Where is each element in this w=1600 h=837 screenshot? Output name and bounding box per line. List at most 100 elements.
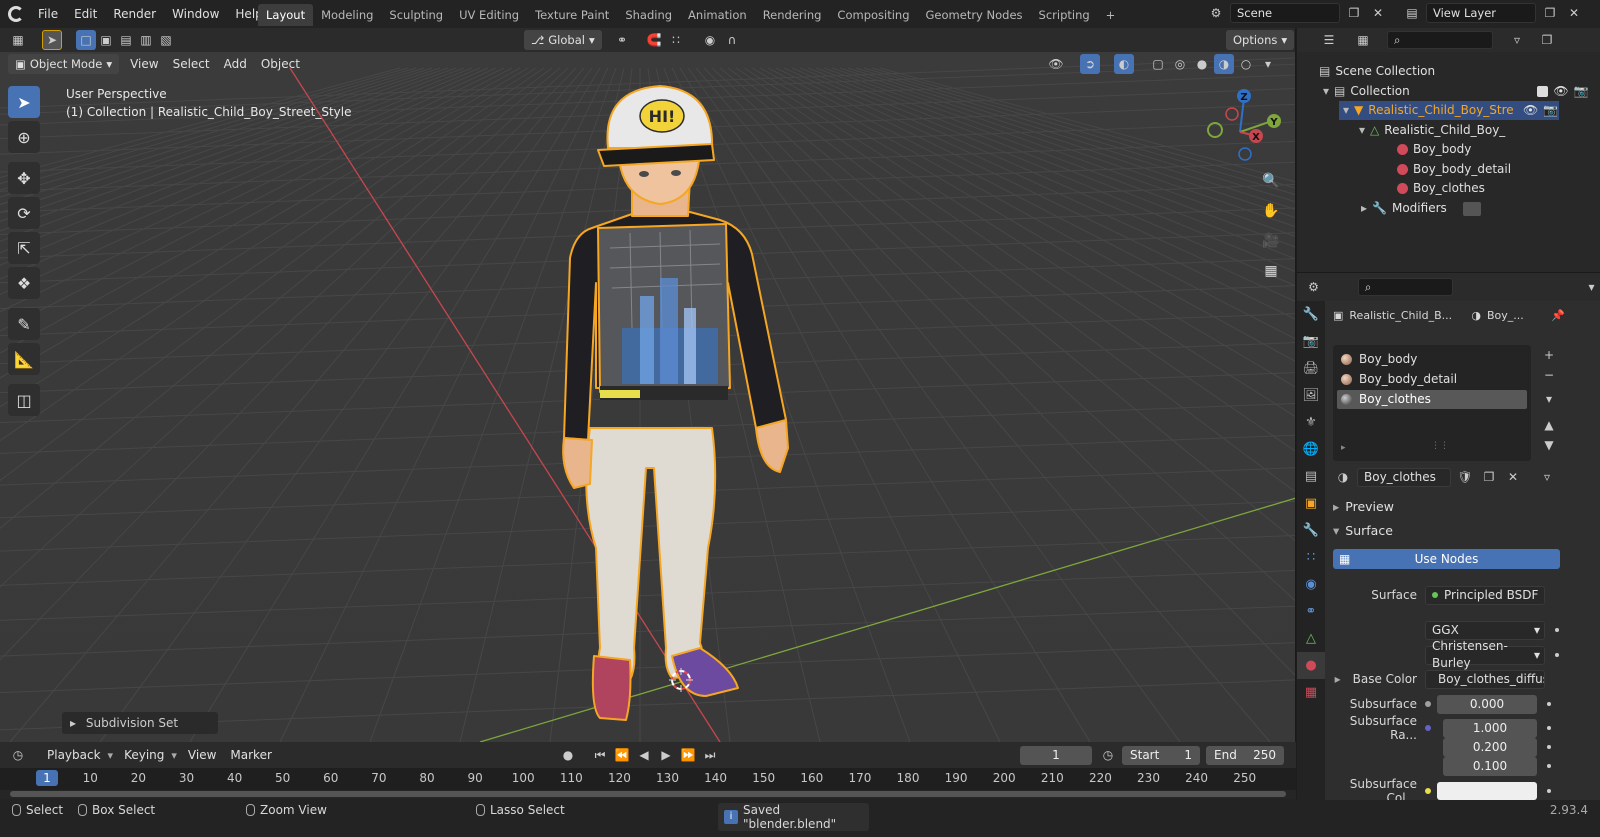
keyframe-dot-icon[interactable] — [1547, 726, 1551, 730]
viewport-menu-add[interactable]: Add — [217, 54, 254, 74]
end-frame-field[interactable]: End 250 — [1206, 746, 1284, 765]
tab-uv-editing[interactable]: UV Editing — [451, 4, 527, 26]
viewport-menu-object[interactable]: Object — [254, 54, 307, 74]
data-tab-icon[interactable]: △ — [1297, 625, 1325, 652]
constraints-tab-icon[interactable]: ⚭ — [1297, 598, 1325, 625]
timeline-menu-playback[interactable]: Playback — [40, 745, 108, 765]
annotate-tool-icon[interactable]: ✎ — [8, 308, 40, 340]
scene-tab-icon[interactable]: ⚜ — [1297, 409, 1325, 436]
tab-texture-paint[interactable]: Texture Paint — [527, 4, 617, 26]
output-tab-icon[interactable]: 🖨 — [1297, 355, 1325, 382]
blender-logo-icon[interactable] — [8, 6, 24, 22]
remove-slot-icon[interactable]: − — [1539, 365, 1559, 385]
material-tab-icon[interactable]: ● — [1297, 652, 1325, 679]
world-tab-icon[interactable]: 🌐 — [1297, 436, 1325, 463]
jump-keyframe-forward-icon[interactable]: ⏩ — [678, 745, 698, 765]
outliner-modifiers-row[interactable]: ▸ 🔧 Modifiers — [1361, 199, 1481, 218]
subsurface-method-dropdown[interactable]: Christensen-Burley ▾ — [1425, 639, 1545, 670]
material-slot-boy-body[interactable]: Boy_body — [1337, 350, 1527, 369]
material-slots-list[interactable]: Boy_body Boy_body_detail Boy_clothes ▸ ⋮… — [1333, 345, 1531, 461]
timeline-menu-view[interactable]: View — [181, 745, 223, 765]
tab-rendering[interactable]: Rendering — [755, 4, 830, 26]
resize-handle-icon[interactable]: ⋮⋮ — [1431, 441, 1449, 451]
menu-render[interactable]: Render — [105, 7, 164, 21]
add-workspace-icon[interactable]: + — [1098, 4, 1124, 26]
tool-tab-icon[interactable]: 🔧 — [1297, 301, 1325, 328]
shading-wireframe-icon[interactable]: ◎ — [1170, 54, 1190, 74]
tab-scripting[interactable]: Scripting — [1031, 4, 1098, 26]
material-slot-boy-clothes[interactable]: Boy_clothes — [1337, 390, 1527, 409]
select-mode-invert-icon[interactable]: ▥ — [136, 30, 156, 50]
viewport-menu-select[interactable]: Select — [166, 54, 217, 74]
timeline-menu-marker[interactable]: Marker — [223, 745, 278, 765]
use-nodes-button[interactable]: ▦ Use Nodes — [1333, 549, 1560, 569]
physics-tab-icon[interactable]: ◉ — [1297, 571, 1325, 598]
select-mode-subtract-icon[interactable]: ▤ — [116, 30, 136, 50]
timeline-editor-type-icon[interactable]: ◷ — [8, 745, 28, 765]
timeline-ruler[interactable]: 10 20 30 40 50 60 70 80 90 100 110 120 130 140 150 160 1… — [0, 768, 1296, 790]
chevron-right-icon[interactable]: ▸ — [1341, 443, 1346, 453]
preview-range-icon[interactable]: ◷ — [1098, 745, 1118, 765]
subsurface-radius-x-field[interactable]: 1.000 — [1443, 718, 1537, 738]
keyframe-dot-icon[interactable] — [1547, 745, 1551, 749]
pivot-point-icon[interactable]: ⚭ — [612, 30, 632, 50]
mode-dropdown[interactable]: ▣ Object Mode ▾ — [8, 54, 120, 74]
outliner-collection[interactable]: ▾ ▤ Collection 👁 📷 — [1319, 82, 1589, 101]
outliner-material-boy-clothes[interactable]: Boy_clothes — [1397, 179, 1485, 198]
particles-tab-icon[interactable]: ∷ — [1297, 544, 1325, 571]
add-slot-icon[interactable]: + — [1539, 345, 1559, 365]
play-icon[interactable]: ▶ — [656, 745, 676, 765]
view-layer-field[interactable]: View Layer — [1426, 3, 1536, 23]
menu-edit[interactable]: Edit — [66, 7, 105, 21]
keyframe-dot-icon[interactable] — [1555, 628, 1559, 632]
distribution-dropdown[interactable]: GGX ▾ — [1425, 620, 1545, 640]
shading-options-icon[interactable]: ▾ — [1258, 54, 1278, 74]
material-name-field[interactable]: Boy_clothes — [1357, 467, 1451, 487]
texture-tab-icon[interactable]: ▦ — [1297, 679, 1325, 706]
timeline-menu-keying[interactable]: Keying — [117, 745, 171, 765]
scene-icon[interactable]: ⚙ — [1206, 3, 1226, 23]
outliner-material-boy-body-detail[interactable]: Boy_body_detail — [1397, 160, 1511, 179]
chevron-right-icon[interactable]: ▸ — [1335, 672, 1341, 686]
surface-section-header[interactable]: ▾ Surface — [1333, 523, 1393, 538]
last-operator-panel[interactable]: ▸ Subdivision Set — [62, 712, 218, 734]
xray-toggle-icon[interactable]: ▢ — [1148, 54, 1168, 74]
transform-orientation-dropdown[interactable]: ⎇ Global ▾ — [524, 30, 602, 50]
snap-target-icon[interactable]: ∷ — [666, 30, 686, 50]
3d-viewport[interactable]: HI! Z Y X ▦ ➤ □ ▣ ▤ ▥ ▧ ⎇ Global ▾ ⚭ 🧲 ∷… — [0, 28, 1296, 742]
subsurface-field[interactable]: 0.000 — [1437, 694, 1537, 714]
pin-icon[interactable]: 📌 — [1551, 309, 1565, 322]
timeline-scrollbar[interactable] — [10, 791, 1286, 797]
checkbox-icon[interactable] — [1537, 86, 1549, 97]
properties-search-input[interactable]: ⌕ — [1357, 278, 1454, 296]
browse-material-icon[interactable]: ◑ — [1333, 467, 1353, 487]
start-frame-field[interactable]: Start 1 — [1122, 746, 1200, 765]
subdivision-modifier-icon[interactable] — [1462, 201, 1481, 216]
tab-shading[interactable]: Shading — [617, 4, 680, 26]
object-eye-icon[interactable]: 👁 — [1523, 101, 1538, 120]
properties-editor-type-icon[interactable]: ⚙ — [1305, 277, 1322, 297]
slot-specials-icon[interactable]: ▾ — [1539, 389, 1559, 409]
tab-modeling[interactable]: Modeling — [313, 4, 381, 26]
outliner-mesh-row[interactable]: ▾ △ Realistic_Child_Boy_ — [1359, 121, 1579, 140]
select-box-tool-icon[interactable]: ➤ — [8, 86, 40, 118]
tab-animation[interactable]: Animation — [680, 4, 755, 26]
delete-scene-icon[interactable]: ✕ — [1368, 3, 1388, 23]
proportional-editing-icon[interactable]: ◉ — [700, 30, 720, 50]
outliner-material-boy-body[interactable]: Boy_body — [1397, 140, 1471, 159]
jump-keyframe-back-icon[interactable]: ⏪ — [612, 745, 632, 765]
tab-geometry-nodes[interactable]: Geometry Nodes — [918, 4, 1031, 26]
current-frame-field[interactable]: 1 — [1020, 746, 1092, 765]
camera-view-icon[interactable]: 🎥 — [1258, 228, 1284, 254]
keyframe-dot-icon[interactable] — [1547, 764, 1551, 768]
keyframe-dot-icon[interactable] — [1547, 789, 1551, 793]
scene-field[interactable]: Scene — [1230, 3, 1340, 23]
render-tab-icon[interactable]: 📷 — [1297, 328, 1325, 355]
jump-end-icon[interactable]: ⏭ — [700, 745, 720, 765]
display-mode-icon[interactable]: ▦ — [1353, 30, 1373, 50]
tab-sculpting[interactable]: Sculpting — [381, 4, 451, 26]
outliner-scene-collection[interactable]: ▤ Scene Collection — [1319, 62, 1589, 81]
select-mode-intersect-icon[interactable]: ▧ — [156, 30, 176, 50]
options-dropdown[interactable]: Options ▾ — [1226, 30, 1295, 50]
view-layer-icon[interactable]: ▤ — [1402, 3, 1422, 23]
